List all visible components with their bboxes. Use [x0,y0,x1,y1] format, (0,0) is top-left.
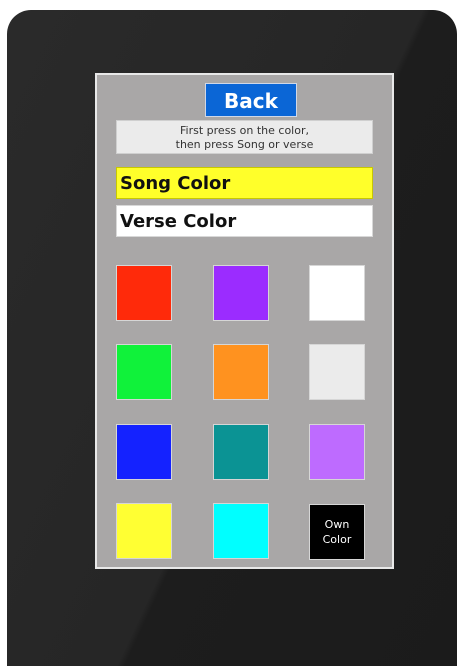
swatch-yellow[interactable] [116,503,172,559]
swatch-white[interactable] [309,265,365,321]
instruction-line-1: First press on the color, [180,124,309,137]
device-frame: Back First press on the color, then pres… [7,10,457,666]
swatch-orange[interactable] [213,344,269,400]
swatch-blue[interactable] [116,424,172,480]
swatch-purple[interactable] [213,265,269,321]
swatch-teal[interactable] [213,424,269,480]
song-color-button[interactable]: Song Color [116,167,373,199]
back-button[interactable]: Back [205,83,297,117]
instruction-line-2: then press Song or verse [175,138,314,151]
swatch-lavender[interactable] [309,424,365,480]
verse-color-button[interactable]: Verse Color [116,205,373,237]
color-picker-panel: Back First press on the color, then pres… [95,73,394,569]
swatch-red[interactable] [116,265,172,321]
swatch-green[interactable] [116,344,172,400]
own-color-line-1: Own [324,518,350,531]
swatch-light-gray[interactable] [309,344,365,400]
swatch-cyan[interactable] [213,503,269,559]
own-color-line-2: Color [322,533,352,546]
own-color-button[interactable]: Own Color [309,504,365,560]
instruction-box: First press on the color, then press Son… [116,120,373,154]
